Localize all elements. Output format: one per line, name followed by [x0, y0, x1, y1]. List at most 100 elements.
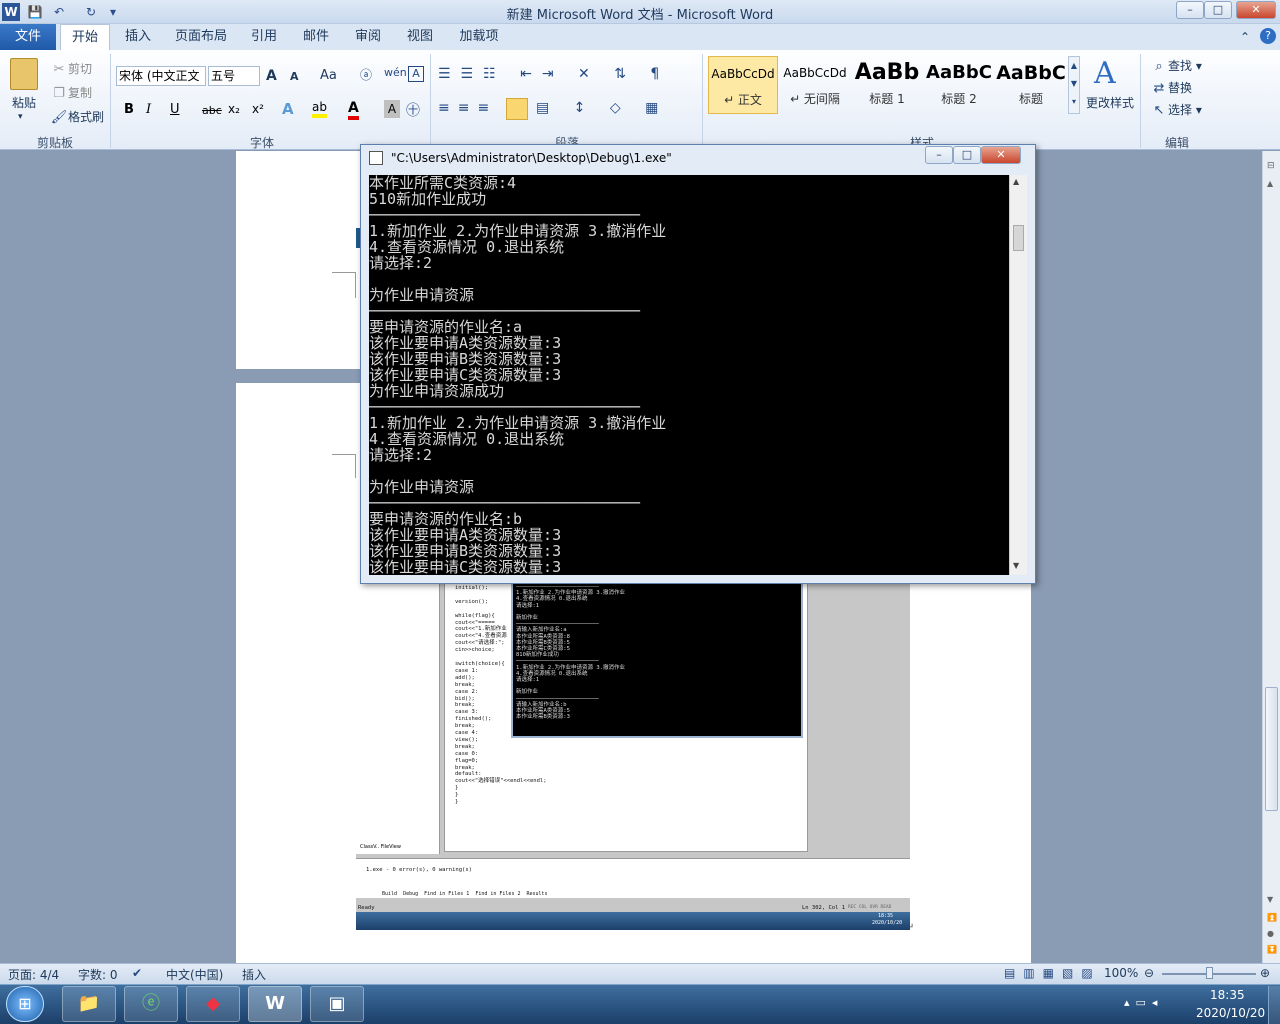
find-button[interactable]: ⌕ 查找 ▾ — [1150, 57, 1202, 76]
previous-page-icon[interactable]: ⏫ — [1267, 913, 1277, 922]
tab-review[interactable]: 审阅 — [348, 24, 388, 50]
document-page[interactable] — [236, 151, 366, 369]
console-close-button[interactable]: ✕ — [981, 146, 1021, 164]
character-shading-icon[interactable]: A — [384, 100, 400, 118]
scroll-down-icon[interactable]: ▼ — [1013, 561, 1019, 570]
change-case-icon[interactable]: Aa — [320, 68, 337, 83]
scroll-thumb[interactable] — [1013, 225, 1024, 251]
font-name-combo[interactable]: 宋体 (中文正文 — [116, 66, 206, 86]
strikethrough-button[interactable]: abc — [202, 104, 222, 117]
enclose-characters-icon[interactable]: ㊉ — [406, 100, 420, 120]
console-line: 510新加作业成功 — [369, 190, 487, 208]
style-no-spacing[interactable]: AaBbCcDd ↵ 无间隔 — [780, 56, 850, 114]
replace-button[interactable]: ⇄ 替换 — [1150, 79, 1192, 98]
next-page-icon[interactable]: ⏬ — [1267, 945, 1277, 954]
scroll-down-icon[interactable]: ▼ — [1267, 895, 1273, 904]
word-count[interactable]: 字数: 0 — [78, 966, 118, 983]
save-icon[interactable]: 💾 — [26, 3, 44, 21]
list-buttons-icon[interactable]: ☰☰☷ ⇤⇥ ✕ ⇅ ¶ — [438, 66, 669, 82]
explorer-taskbar-icon[interactable]: 📁 — [62, 986, 116, 1022]
clock-date[interactable]: 2020/10/20 — [1196, 1006, 1265, 1020]
bold-button[interactable]: B — [124, 102, 134, 117]
subscript-button[interactable]: x₂ — [228, 102, 240, 116]
change-styles-icon[interactable]: A — [1094, 56, 1116, 91]
copy-button[interactable]: ❐ 复制 — [50, 84, 92, 103]
ribbon-collapse-icon[interactable]: ⌃ — [1240, 30, 1250, 44]
show-desktop-button[interactable] — [1268, 986, 1280, 1024]
insert-mode-indicator[interactable]: 插入 — [242, 966, 266, 983]
language-indicator[interactable]: 中文(中国) — [166, 966, 223, 983]
paste-button[interactable]: 粘贴 — [12, 94, 36, 111]
text-effects-icon[interactable]: A — [282, 100, 294, 118]
zoom-level[interactable]: 100% — [1104, 966, 1138, 980]
word-app-icon[interactable]: W — [2, 3, 20, 21]
style-normal[interactable]: AaBbCcDd ↵ 正文 — [708, 56, 778, 114]
scroll-up-icon[interactable]: ▲ — [1267, 179, 1273, 188]
paste-icon[interactable] — [10, 58, 38, 90]
character-border-icon[interactable]: A — [408, 66, 424, 82]
underline-button[interactable]: U — [170, 102, 180, 117]
close-button[interactable]: ✕ — [1236, 1, 1276, 19]
font-color-icon[interactable]: A — [348, 100, 359, 120]
zoom-out-icon[interactable]: ⊖ — [1144, 966, 1154, 980]
proofing-icon[interactable]: ✔ — [132, 966, 142, 980]
style-heading-1[interactable]: AaBb 标题 1 — [852, 56, 922, 114]
embedded-screenshot[interactable]: ClassV.. FileView initial(); version(); … — [356, 580, 910, 930]
console-output[interactable]: 本作业所需C类资源:4 510新加作业成功 ──────────────────… — [369, 175, 1009, 575]
document-scrollbar[interactable]: ⊟ ▲ ▼ ⏫ ● ⏬ — [1262, 151, 1280, 963]
style-heading-2[interactable]: AaBbC 标题 2 — [924, 56, 994, 114]
zoom-in-icon[interactable]: ⊕ — [1260, 966, 1270, 980]
word-taskbar-icon[interactable]: W — [248, 986, 302, 1022]
tab-home[interactable]: 开始 — [60, 24, 110, 50]
devtool-taskbar-icon[interactable]: ◆ — [186, 986, 240, 1022]
browse-object-icon[interactable]: ● — [1267, 929, 1274, 938]
help-icon[interactable]: ? — [1260, 28, 1276, 44]
view-buttons-icon[interactable]: ▤▥▦▧▨ — [1004, 966, 1101, 980]
tab-addins[interactable]: 加载项 — [452, 24, 506, 50]
font-size-combo[interactable]: 五号 — [208, 66, 260, 86]
scroll-thumb[interactable] — [1265, 687, 1278, 811]
tab-insert[interactable]: 插入 — [118, 24, 158, 50]
restore-button[interactable]: □ — [1204, 1, 1232, 19]
tab-references[interactable]: 引用 — [244, 24, 284, 50]
console-window[interactable]: "C:\Users\Administrator\Desktop\Debug\1.… — [360, 144, 1036, 584]
console-restore-button[interactable]: □ — [953, 146, 981, 164]
style-title[interactable]: AaBbC 标题 — [996, 56, 1066, 114]
minimize-button[interactable]: – — [1176, 1, 1204, 19]
superscript-button[interactable]: x² — [252, 102, 264, 116]
grow-font-icon[interactable]: A — [266, 68, 277, 84]
console-minimize-button[interactable]: – — [925, 146, 953, 164]
tab-mailings[interactable]: 邮件 — [296, 24, 336, 50]
cut-button[interactable]: ✂ 剪切 — [50, 60, 92, 79]
shrink-font-icon[interactable]: A — [290, 70, 299, 83]
scroll-up-icon[interactable]: ▲ — [1013, 177, 1019, 186]
distributed-align-button[interactable] — [506, 98, 528, 120]
styles-scroll-icon[interactable]: ▲ ▼ ▾ — [1068, 56, 1080, 114]
start-button[interactable]: ⊞ — [6, 986, 44, 1022]
paste-dropdown-icon[interactable]: ▾ — [18, 112, 23, 122]
highlight-icon[interactable]: ab — [312, 100, 327, 118]
redo-icon[interactable]: ↻ — [82, 3, 100, 21]
phonetic-guide-icon[interactable]: wén — [384, 66, 407, 79]
clear-format-icon[interactable]: ⓐ — [360, 66, 372, 83]
format-painter-button[interactable]: 🖌格式刷 — [50, 108, 104, 127]
italic-button[interactable]: I — [146, 102, 151, 117]
browser-taskbar-icon[interactable]: ⓔ — [124, 986, 178, 1022]
undo-icon[interactable]: ↶ — [50, 3, 68, 21]
customize-toolbar-icon[interactable]: ▾ — [104, 3, 122, 21]
clock-time[interactable]: 18:35 — [1210, 988, 1245, 1002]
console-scrollbar[interactable]: ▲ ▼ — [1009, 175, 1027, 575]
tab-page-layout[interactable]: 页面布局 — [170, 24, 232, 50]
tray-icons[interactable]: ▴▭◂ — [1124, 996, 1163, 1009]
page-count[interactable]: 页面: 4/4 — [8, 966, 59, 983]
tab-file[interactable]: 文件 — [0, 24, 56, 50]
tab-view[interactable]: 视图 — [400, 24, 440, 50]
console-taskbar-icon[interactable]: ▣ — [310, 986, 364, 1022]
alignment-buttons-icon[interactable]: ≡≡≡ — [438, 100, 497, 116]
spacing-shading-icon[interactable]: ▤ ↕ ◇ ▦ — [536, 100, 668, 116]
change-styles-button[interactable]: 更改样式 — [1086, 94, 1134, 111]
select-button[interactable]: ↖ 选择 ▾ — [1150, 101, 1202, 120]
zoom-slider-thumb[interactable] — [1206, 967, 1213, 979]
ruler-toggle-icon[interactable]: ⊟ — [1267, 161, 1275, 171]
